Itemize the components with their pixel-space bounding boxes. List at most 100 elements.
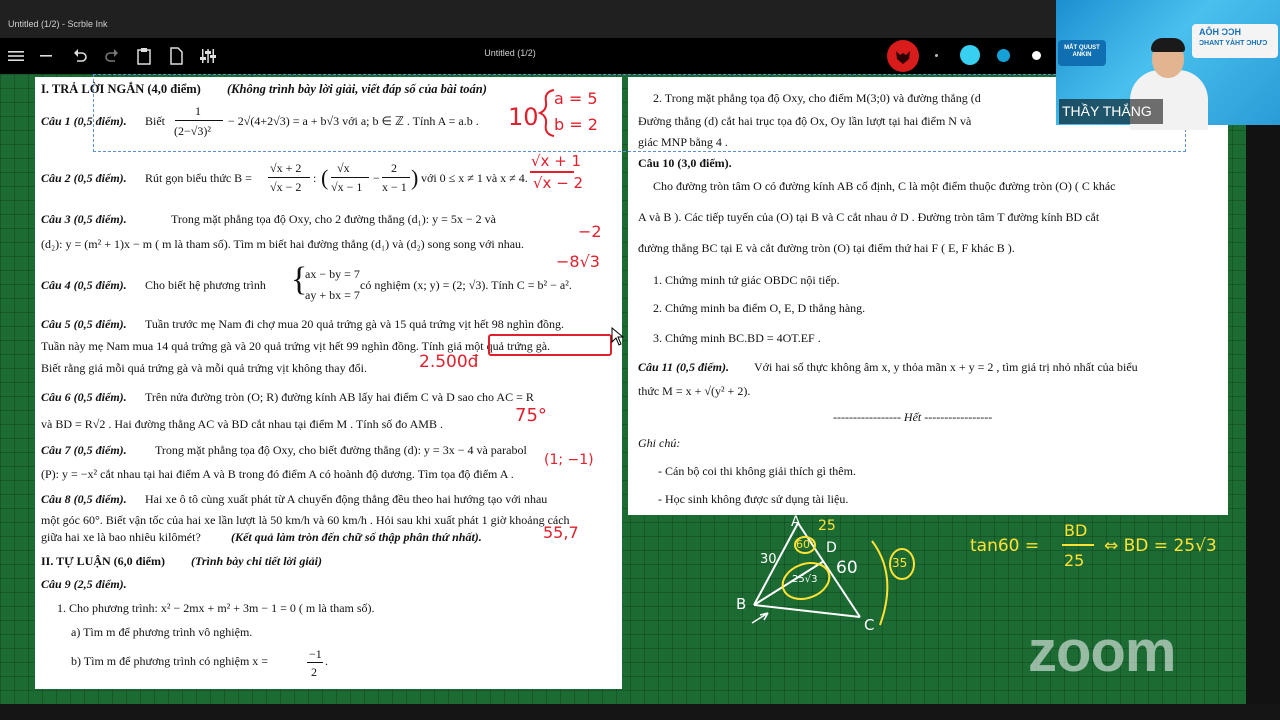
ink-q1-a: a = 5 xyxy=(554,89,598,108)
ink-color-dot[interactable] xyxy=(935,54,938,57)
fig-label-a: A xyxy=(791,514,801,530)
ink-q5-answer: 2.500đ xyxy=(419,352,479,372)
ink-q5-box xyxy=(488,334,612,356)
presenter-hair xyxy=(1151,38,1185,52)
q2-paren-l: ( xyxy=(321,165,329,190)
q3-line1: Trong mặt phẳng tọa độ Oxy, cho 2 đường … xyxy=(171,212,496,226)
ink-q2-num: √x + 1 xyxy=(531,152,582,170)
webcam-banner-line1: AÔH ƆƆH xyxy=(1199,27,1241,37)
tan-bar xyxy=(1062,544,1094,546)
q11-label: Câu 11 (0,5 điểm). xyxy=(638,360,730,374)
q11-line1: Với hai số thực không âm x, y thỏa mãn x… xyxy=(754,360,1138,374)
q4-sys2: ay + bx = 7 xyxy=(305,288,360,302)
redo-icon[interactable] xyxy=(102,46,122,66)
ink-color-white[interactable] xyxy=(1032,51,1041,60)
q9-1b-num: −1 xyxy=(309,647,322,661)
ink-q4-answer: −8√3 xyxy=(556,252,600,271)
q10-label: Câu 10 (3,0 điểm). xyxy=(638,156,732,170)
q10-line1: Cho đường tròn tâm O có đường kính AB cố… xyxy=(653,179,1116,193)
selection-rectangle[interactable] xyxy=(93,74,1186,152)
ink-q2-den: √x − 2 xyxy=(533,174,584,192)
q6-line2: và BD = R√2 . Hai đường thẳng AC và BD c… xyxy=(41,417,443,431)
undo-icon[interactable] xyxy=(70,46,90,66)
q2-f3-den: x − 1 xyxy=(382,180,407,194)
fig-label-30: 30 xyxy=(760,552,777,567)
page-icon[interactable] xyxy=(166,46,186,66)
q2-f1-bar xyxy=(268,177,310,178)
q11-line2: thức M = x + √(y² + 2). xyxy=(638,384,751,398)
q2-f2-bar xyxy=(331,177,369,178)
ink-q2-bar xyxy=(530,171,574,173)
q8-line1: Hai xe ô tô cùng xuất phát từ A chuyển đ… xyxy=(145,492,548,506)
q2-label: Câu 2 (0,5 điểm). xyxy=(41,171,127,185)
end-marker: ----------------- Hết ----------------- xyxy=(833,410,993,424)
q10-part1: 1. Chứng minh tứ giác OBDC nội tiếp. xyxy=(653,273,840,287)
zoom-watermark: zoom xyxy=(1028,619,1176,684)
fig-label-60: 60 xyxy=(836,558,858,578)
fig-label-circ: 35 xyxy=(892,556,908,570)
q8-line3: giữa hai xe là bao nhiêu kilômét? xyxy=(41,530,201,544)
q8-line2: một góc 60°. Biết vận tốc của hai xe lần… xyxy=(41,513,570,527)
q2-f3-bar xyxy=(382,177,410,178)
q9-label: Câu 9 (2,5 điểm). xyxy=(41,577,127,591)
screen: Untitled (1/2) - Scrble Ink Untitled (1/… xyxy=(0,0,1280,720)
q5-label: Câu 5 (0,5 điểm). xyxy=(41,317,127,331)
q3-label: Câu 3 (0,5 điểm). xyxy=(41,212,127,226)
q5-line3: Biết rằng giá mỗi quả trứng gà và mỗi qu… xyxy=(41,361,367,375)
fig-label-25: 25 xyxy=(818,518,836,534)
clipboard-icon[interactable] xyxy=(134,46,154,66)
q3-line2: (d₂): y = (m² + 1)x − m ( m là tham số).… xyxy=(41,237,525,251)
q7-line1: Trong mặt phẳng tọa độ Oxy, cho biết đườ… xyxy=(155,443,527,457)
q6-line1: Trên nửa đường tròn (O; R) đường kính AB… xyxy=(145,390,534,404)
fox-icon[interactable] xyxy=(887,40,919,72)
mouse-cursor xyxy=(611,327,625,346)
q7-line2: (P): y = −x² cắt nhau tại hai điểm A và … xyxy=(41,467,514,481)
tan-lhs: tan60 = xyxy=(970,536,1040,556)
q2-f2-num: √x xyxy=(337,161,350,175)
tan-den: 25 xyxy=(1064,551,1085,570)
sliders-icon[interactable] xyxy=(198,46,218,66)
right-edge xyxy=(1246,125,1280,705)
q9-part1a: a) Tìm m để phương trình vô nghiệm. xyxy=(71,625,253,639)
minimize-icon[interactable] xyxy=(36,46,56,66)
q10-line2: A và B ). Các tiếp tuyến của (O) tại B v… xyxy=(638,210,1100,224)
q2-colon: : xyxy=(313,171,317,185)
q9-part1b: b) Tìm m để phương trình có nghiệm x = xyxy=(71,654,269,668)
webcam-banner-line2: ƆHANT YẢHT ƆHƯƆ xyxy=(1199,40,1268,47)
q10-part2: 2. Chứng minh ba điểm O, E, D thẳng hàng… xyxy=(653,301,866,315)
tan-num: BD xyxy=(1064,521,1088,540)
q2-rest: với 0 ≤ x ≠ 1 và x ≠ 4. xyxy=(421,171,528,185)
q10-line3: đường thẳng BC tại E và cắt đường tròn (… xyxy=(638,241,1015,255)
q9-1b-end: . xyxy=(325,654,328,668)
document-title: Untitled (1/2) xyxy=(484,48,536,58)
webcam-logo-text: MẮT QUUST ANKIN xyxy=(1064,45,1100,58)
q2-f3-num: 2 xyxy=(391,161,397,175)
fig-label-angle: 60° xyxy=(796,538,816,551)
ink-color-cyan[interactable] xyxy=(960,45,980,65)
window-title: Untitled (1/2) - Scrble Ink xyxy=(8,19,108,29)
q9-part1: 1. Cho phương trình: x² − 2mx + m² + 3m … xyxy=(57,601,375,615)
part2-header: II. TỰ LUẬN (6,0 điểm) xyxy=(41,554,166,568)
part2-note: (Trình bày chi tiết lời giải) xyxy=(191,554,322,568)
fig-label-b: B xyxy=(736,595,747,613)
fig-label-d: D xyxy=(826,540,837,556)
q8-note: (Kết quả làm tròn đến chữ số thập phân t… xyxy=(231,530,482,544)
q6-label: Câu 6 (0,5 điểm). xyxy=(41,390,127,404)
ink-q1-b: b = 2 xyxy=(554,115,598,134)
fig-label-area: 25√3 xyxy=(792,574,818,585)
q8-label: Câu 8 (0,5 điểm). xyxy=(41,492,127,506)
tan-rhs: ⇔ BD = 25√3 xyxy=(1104,536,1217,556)
q2-pre: Rút gọn biểu thức B = xyxy=(145,171,252,185)
menu-icon[interactable] xyxy=(6,46,26,66)
q2-minus: − xyxy=(373,171,380,185)
q5-line1: Tuần trước mẹ Nam đi chợ mua 20 quả trứn… xyxy=(145,317,565,331)
q2-f2-den: √x − 1 xyxy=(331,180,363,194)
bottom-edge xyxy=(0,704,1280,720)
q2-paren-r: ) xyxy=(411,165,419,190)
q9-1b-bar xyxy=(307,662,323,663)
q2-f1-den: √x − 2 xyxy=(270,180,302,194)
presenter-name: THẦY THẮNG xyxy=(1062,103,1152,119)
ink-color-teal[interactable] xyxy=(997,49,1010,62)
fig-label-c: C xyxy=(864,616,875,634)
ink-q6-answer: 75° xyxy=(515,405,547,426)
